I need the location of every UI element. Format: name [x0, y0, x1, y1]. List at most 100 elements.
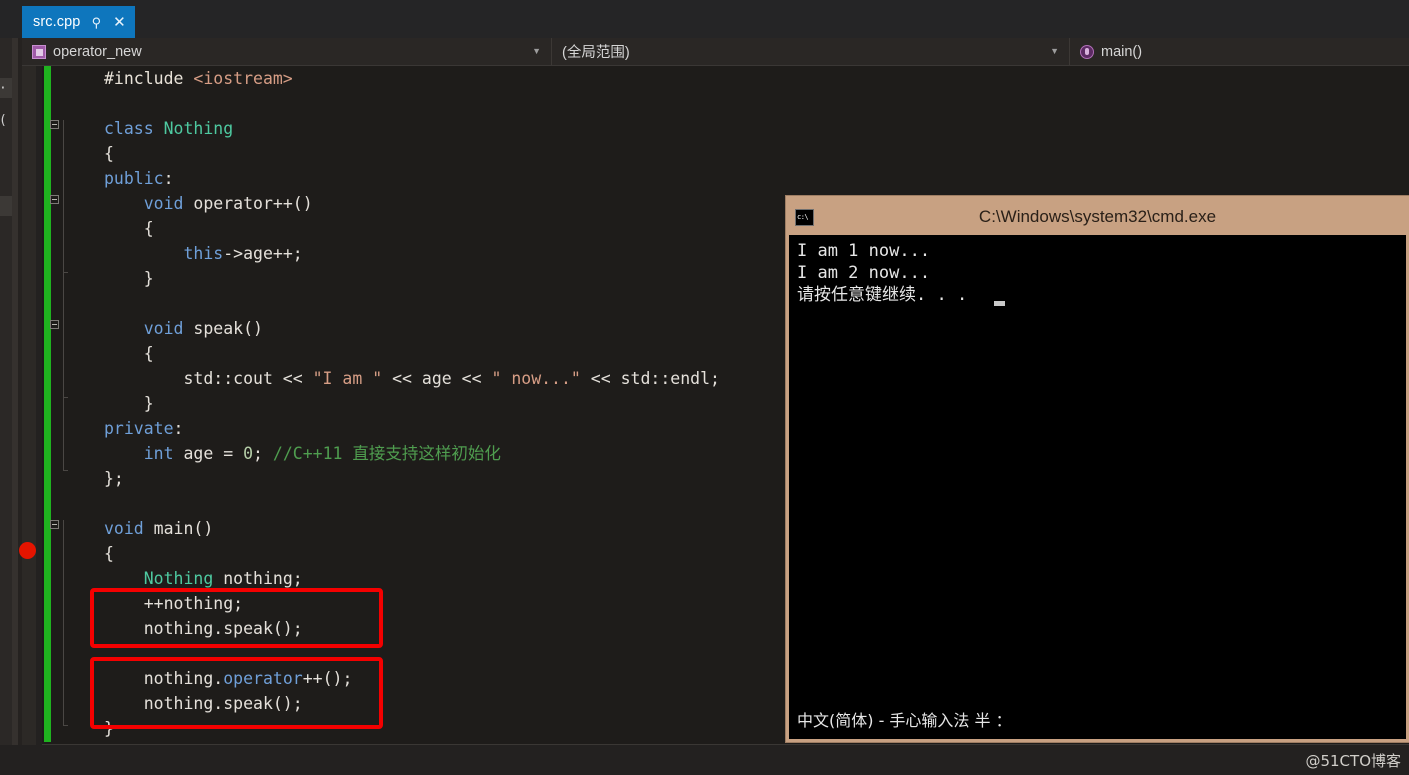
left-dock-glyph-2: ( [0, 114, 7, 127]
code-token: nothing.speak(); [104, 619, 303, 638]
code-line: } [104, 391, 154, 416]
visual-studio-window: · ( src.cpp ⚲ ✕ operator_new ▼ (全局范围) ▼ … [0, 0, 1409, 775]
tabstrip-background [0, 0, 1409, 38]
console-output-area[interactable]: I am 1 now... I am 2 now... 请按任意键继续. . .… [789, 235, 1406, 739]
code-token: std::cout << [104, 369, 313, 388]
bottom-pane [0, 745, 1409, 775]
code-token: }; [104, 469, 124, 488]
code-line: { [104, 216, 154, 241]
code-line: void main() [104, 516, 213, 541]
member-dropdown[interactable]: main() [1070, 38, 1409, 65]
tabstrip-left-pad [0, 0, 22, 38]
code-token: { [104, 544, 114, 563]
fold-guide-line-main [63, 520, 64, 725]
code-token: class [104, 119, 164, 138]
code-token: } [104, 269, 154, 288]
code-line: ++nothing; [104, 591, 243, 616]
left-dock-strip-4 [22, 0, 36, 775]
code-token: 0 [243, 444, 254, 463]
code-line: nothing.speak(); [104, 616, 303, 641]
code-line: nothing.operator++(); [104, 666, 353, 691]
code-token: << age << [382, 369, 492, 388]
code-line: public: [104, 166, 174, 191]
console-output-line: 请按任意键继续. . . [797, 285, 968, 305]
breakpoint-marker[interactable] [19, 542, 36, 559]
fold-guide-line-class [63, 120, 64, 470]
chevron-down-icon[interactable]: ▼ [1050, 47, 1059, 56]
code-token: { [104, 144, 114, 163]
code-line: } [104, 716, 114, 741]
code-token: << std::endl; [580, 369, 720, 388]
code-token: void [104, 519, 144, 538]
left-dock-highlight-2 [0, 196, 12, 216]
fold-guide-line-operator [63, 200, 64, 272]
code-token: #include [104, 69, 194, 88]
code-token: <iostream> [193, 69, 293, 88]
code-line: { [104, 141, 114, 166]
fold-toggle-main[interactable] [50, 520, 59, 529]
console-title-label: C:\Windows\system32\cmd.exe [978, 207, 1217, 226]
fold-toggle-speak[interactable] [50, 320, 59, 329]
method-icon [1080, 44, 1094, 59]
project-dropdown-label: operator_new [53, 43, 142, 60]
code-token: int [143, 444, 174, 463]
scope-dropdown-label: (全局范围) [562, 45, 630, 61]
navigation-bar: operator_new ▼ (全局范围) ▼ main() [22, 38, 1409, 66]
console-output-line: I am 1 now... [797, 241, 931, 261]
editor-tab-src-cpp[interactable]: src.cpp ⚲ ✕ [22, 6, 136, 38]
code-token: void [143, 194, 184, 213]
console-titlebar[interactable]: c:\ C:\Windows\system32\cmd.exe [789, 199, 1406, 235]
project-dropdown[interactable]: operator_new ▼ [22, 38, 552, 65]
code-token: { [104, 219, 154, 238]
code-token: : [163, 169, 174, 188]
editor-tab-label: src.cpp [33, 14, 81, 30]
code-token: "I am " [312, 369, 383, 388]
cmd-console-window[interactable]: c:\ C:\Windows\system32\cmd.exe I am 1 n… [786, 196, 1409, 742]
code-token: nothing. [104, 669, 224, 688]
code-token: void [143, 319, 184, 338]
fold-toggle-class[interactable] [50, 120, 59, 129]
pin-icon[interactable]: ⚲ [89, 16, 103, 29]
fold-end-main [63, 725, 68, 726]
change-tracking-bar [44, 66, 51, 742]
code-line: this->age++; [104, 241, 302, 266]
chevron-down-icon[interactable]: ▼ [532, 47, 541, 56]
close-icon[interactable]: ✕ [112, 15, 126, 30]
code-token: public [104, 169, 164, 188]
code-token: operator++() [183, 194, 313, 213]
code-line: }; [104, 466, 124, 491]
fold-toggle-operator[interactable] [50, 195, 59, 204]
fold-end-class [63, 470, 68, 471]
code-token: { [104, 344, 154, 363]
code-line: void operator++() [104, 191, 313, 216]
code-line: private: [104, 416, 183, 441]
code-token: private [104, 419, 174, 438]
fold-guide-line-speak [63, 325, 64, 397]
code-line: } [104, 266, 154, 291]
code-token: this [183, 244, 224, 263]
code-token: } [104, 394, 154, 413]
code-line: { [104, 541, 114, 566]
code-line: void speak() [104, 316, 263, 341]
fold-end-speak [63, 397, 68, 398]
code-token: nothing.speak(); [104, 694, 303, 713]
code-token: speak() [183, 319, 263, 338]
code-token: //C++11 直接支持这样初始化 [272, 444, 501, 463]
code-token: nothing; [213, 569, 303, 588]
code-line: class Nothing [104, 116, 233, 141]
code-line: #include <iostream> [104, 66, 293, 91]
code-token: main() [143, 519, 214, 538]
console-output-line: I am 2 now... [797, 263, 931, 283]
code-token: } [104, 719, 114, 738]
code-token: : [173, 419, 184, 438]
code-token: ++nothing; [104, 594, 244, 613]
code-token: Nothing [163, 119, 234, 138]
member-dropdown-label: main() [1101, 43, 1143, 60]
scope-dropdown[interactable]: (全局范围) ▼ [552, 38, 1070, 65]
project-icon [32, 44, 46, 59]
